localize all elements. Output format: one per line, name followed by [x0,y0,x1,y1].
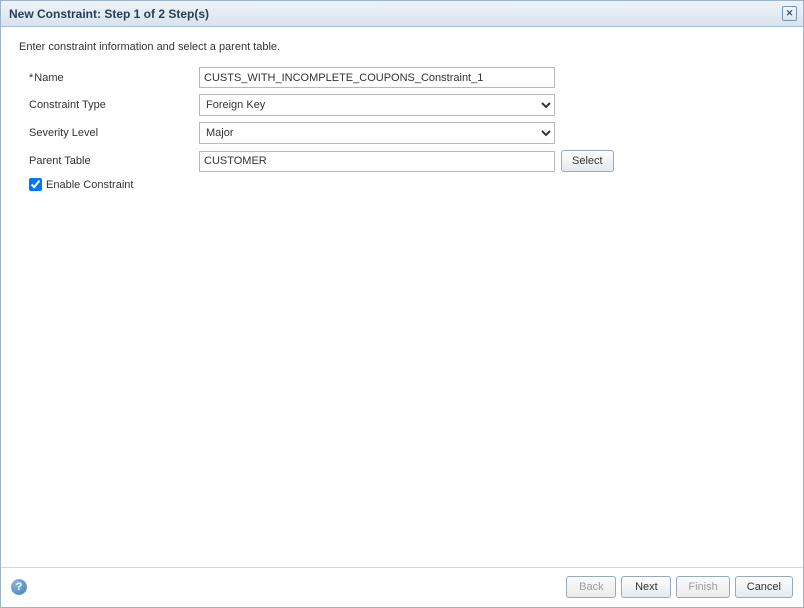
footer-buttons: Back Next Finish Cancel [566,576,793,598]
titlebar: New Constraint: Step 1 of 2 Step(s) ✕ [1,1,803,27]
cancel-button[interactable]: Cancel [735,576,793,598]
row-enable-constraint: Enable Constraint [19,178,785,191]
footer: ? Back Next Finish Cancel [1,568,803,607]
row-name: Name [19,67,785,88]
close-icon[interactable]: ✕ [782,6,797,21]
name-input[interactable] [199,67,555,88]
enable-constraint-checkbox[interactable] [29,178,42,191]
label-constraint-type: Constraint Type [19,99,199,111]
row-parent-table: Parent Table Select [19,150,785,172]
finish-button[interactable]: Finish [676,576,729,598]
next-button[interactable]: Next [621,576,671,598]
row-severity-level: Severity Level Major [19,122,785,144]
content-area: Enter constraint information and select … [1,27,803,567]
select-parent-table-button[interactable]: Select [561,150,614,172]
label-name: Name [19,72,199,84]
dialog-window: New Constraint: Step 1 of 2 Step(s) ✕ En… [0,0,804,608]
back-button[interactable]: Back [566,576,616,598]
row-constraint-type: Constraint Type Foreign Key [19,94,785,116]
instruction-text: Enter constraint information and select … [19,41,785,53]
label-severity-level: Severity Level [19,127,199,139]
dialog-title: New Constraint: Step 1 of 2 Step(s) [9,7,209,21]
help-icon[interactable]: ? [11,579,27,595]
constraint-type-select[interactable]: Foreign Key [199,94,555,116]
severity-level-select[interactable]: Major [199,122,555,144]
label-parent-table: Parent Table [19,155,199,167]
parent-table-input[interactable] [199,151,555,172]
label-enable-constraint: Enable Constraint [46,179,133,191]
